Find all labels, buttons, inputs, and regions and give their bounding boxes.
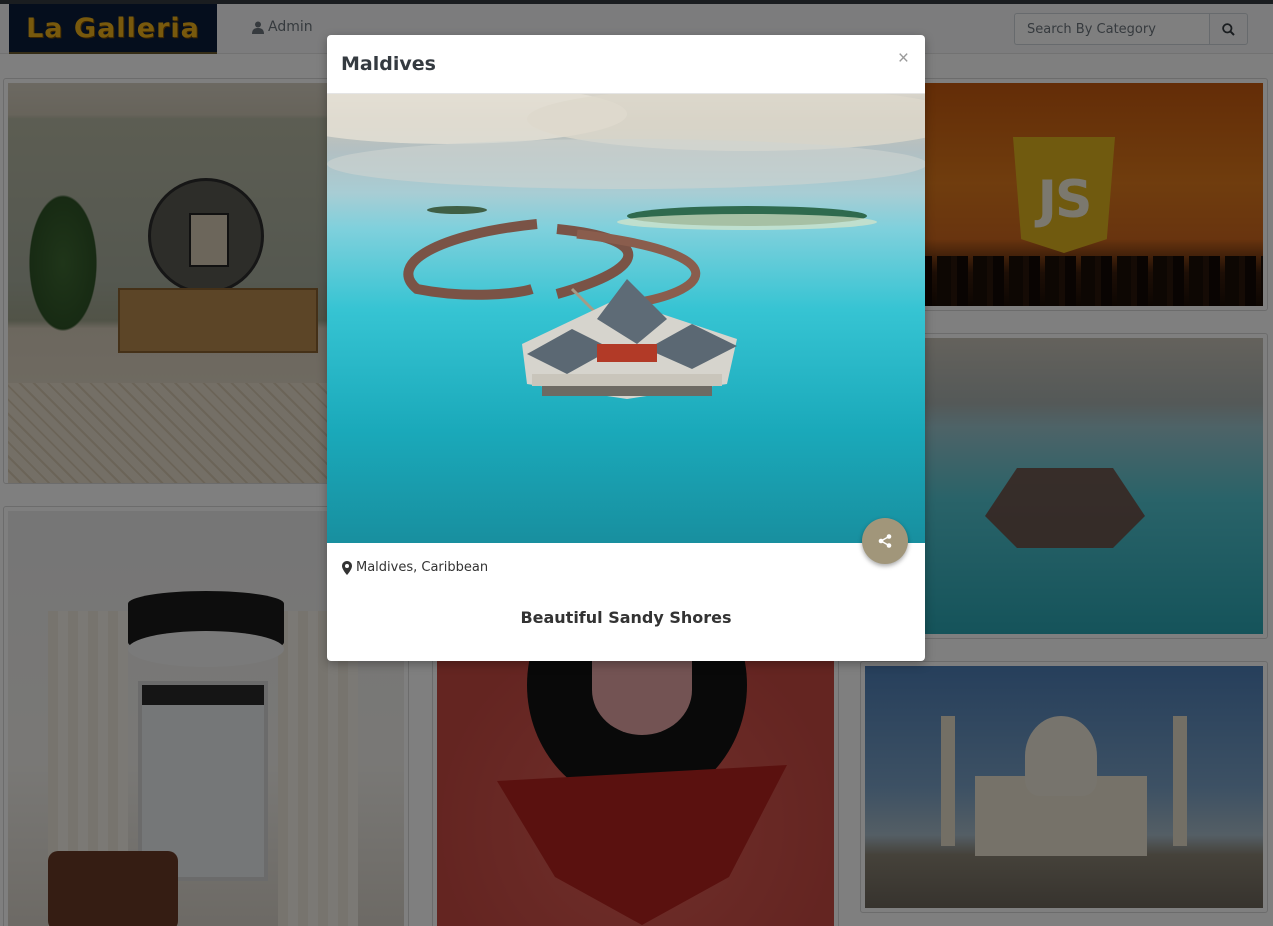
image-modal: Maldives × Maldives, Caribbean Beautiful…	[327, 35, 925, 661]
location-label: Maldives, Caribbean	[356, 560, 489, 575]
share-button[interactable]	[862, 518, 908, 564]
close-button[interactable]: ×	[898, 48, 909, 70]
map-marker-icon	[342, 560, 352, 575]
modal-photo	[327, 94, 925, 543]
image-caption: Beautiful Sandy Shores	[520, 608, 732, 627]
location-text: Maldives, Caribbean	[342, 560, 488, 575]
modal-header: Maldives ×	[327, 35, 925, 94]
modal-title: Maldives	[341, 53, 436, 75]
share-icon	[878, 534, 892, 548]
